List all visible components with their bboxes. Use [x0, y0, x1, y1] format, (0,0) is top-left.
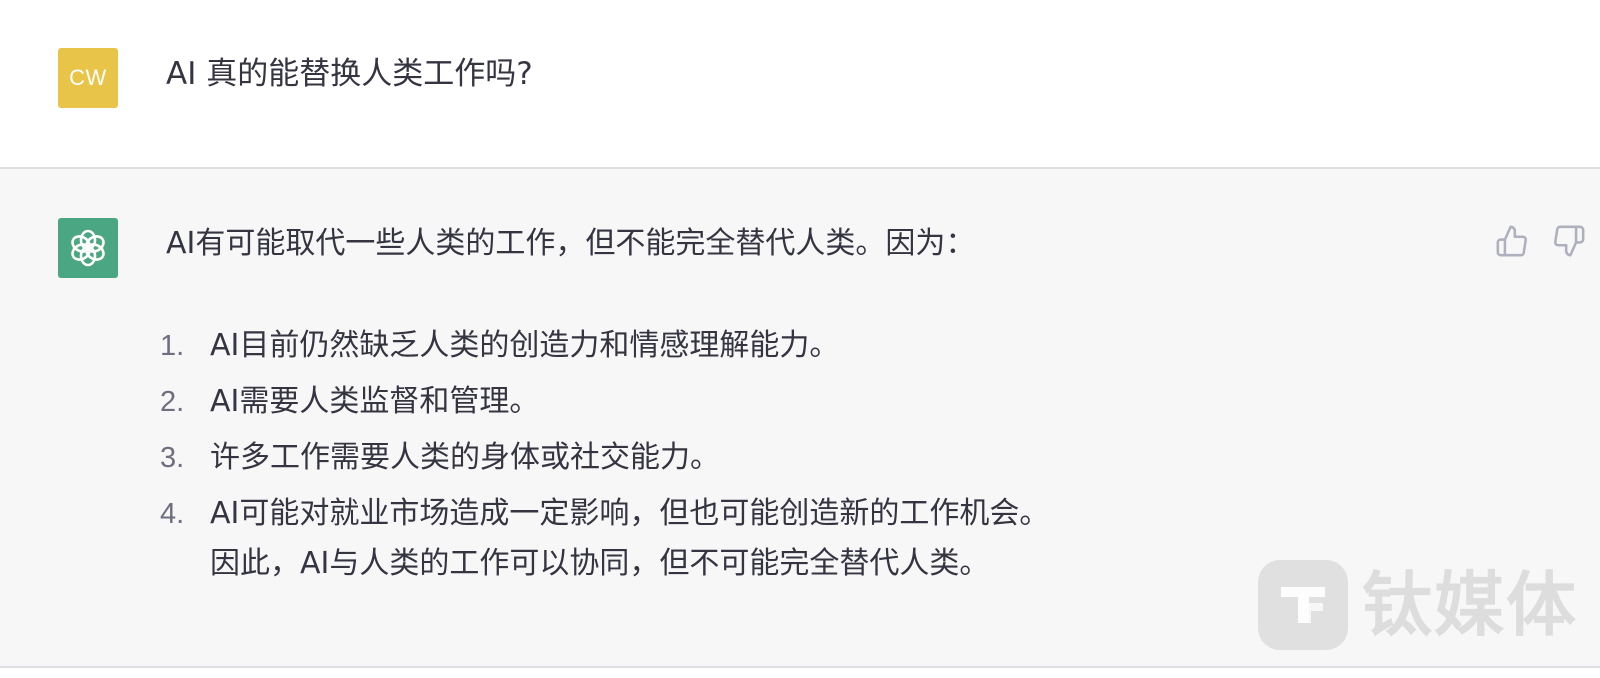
user-avatar: CW — [58, 48, 118, 108]
bottom-spacer — [0, 668, 1600, 678]
list-item-text: 许多工作需要人类的身体或社交能力。 — [210, 440, 720, 475]
list-item-text: AI需要人类监督和管理。 — [210, 384, 540, 419]
assistant-intro-text: AI有可能取代一些人类的工作，但不能完全替代人类。因为： — [166, 226, 976, 261]
assistant-avatar — [58, 218, 118, 278]
list-item-number: 2. — [160, 386, 185, 418]
assistant-conclusion-text: 因此，AI与人类的工作可以协同，但不可能完全替代人类。 — [210, 546, 990, 581]
list-item-number: 1. — [160, 330, 185, 362]
watermark-text: 钛媒体 — [1362, 564, 1578, 646]
thumbs-down-button[interactable] — [1551, 223, 1587, 259]
openai-logo-icon — [71, 229, 105, 267]
thumbs-up-icon — [1496, 225, 1527, 257]
user-message-text: AI 真的能替换人类工作吗? — [166, 56, 533, 92]
user-avatar-initials: CW — [69, 65, 107, 90]
list-item-number: 3. — [160, 442, 185, 474]
tmtpost-logo-icon — [1258, 560, 1348, 650]
list-item-text: AI可能对就业市场造成一定影响，但也可能创造新的工作机会。 — [210, 496, 1050, 531]
thumbs-up-button[interactable] — [1494, 223, 1530, 259]
thumbs-down-icon — [1554, 225, 1585, 257]
watermark: 钛媒体 — [1258, 560, 1578, 650]
list-item-number: 4. — [160, 498, 185, 530]
list-item-text: AI目前仍然缺乏人类的创造力和情感理解能力。 — [210, 328, 840, 363]
user-message-row: CW AI 真的能替换人类工作吗? — [0, 0, 1600, 167]
chat-page: CW AI 真的能替换人类工作吗? AI有可能取代一些人类的工作，但不能完全替代… — [0, 0, 1600, 678]
